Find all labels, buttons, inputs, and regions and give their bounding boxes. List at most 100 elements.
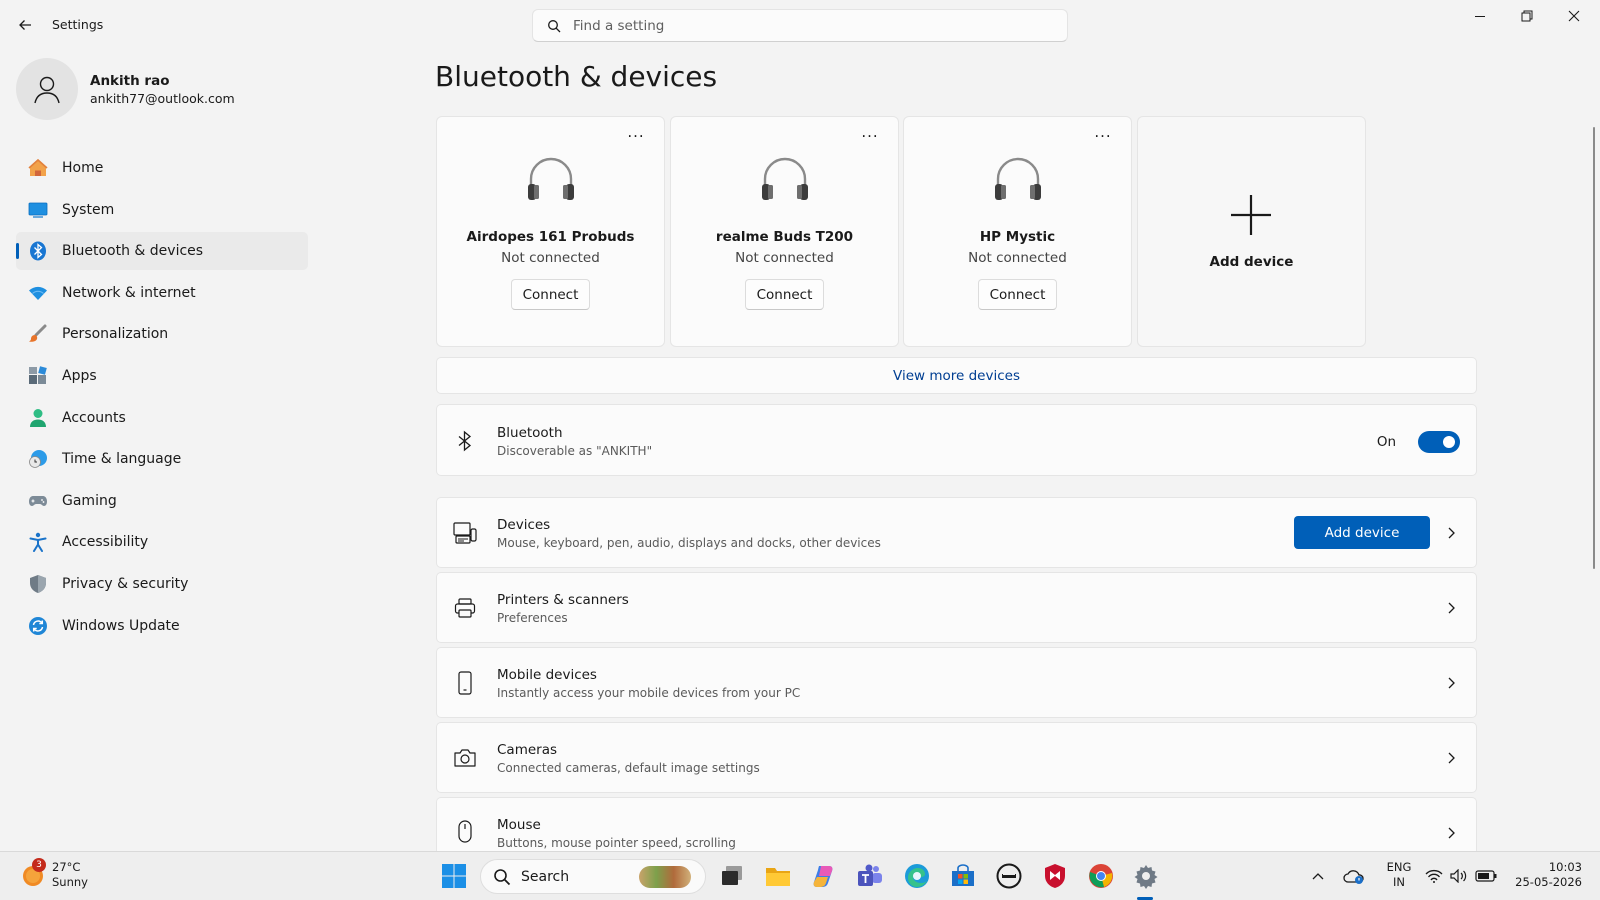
view-more-devices-link[interactable]: View more devices bbox=[436, 357, 1477, 394]
chevron-right-icon bbox=[1444, 676, 1458, 690]
language-indicator[interactable]: ENG IN bbox=[1384, 860, 1414, 890]
sidebar-item-label: Accessibility bbox=[62, 534, 149, 551]
task-view-button[interactable] bbox=[717, 861, 747, 891]
sidebar-item-time-language[interactable]: Time & language bbox=[16, 440, 308, 478]
teams-button[interactable] bbox=[855, 861, 885, 891]
sidebar-item-accessibility[interactable]: Accessibility bbox=[16, 523, 308, 561]
printers-scanners-row[interactable]: Printers & scanners Preferences bbox=[436, 572, 1477, 643]
connect-button[interactable]: Connect bbox=[511, 279, 590, 310]
edge-button[interactable] bbox=[902, 861, 932, 891]
cameras-row[interactable]: Cameras Connected cameras, default image… bbox=[436, 722, 1477, 793]
start-button[interactable] bbox=[439, 861, 469, 891]
update-icon bbox=[28, 616, 48, 636]
device-card[interactable]: ... HP Mystic Not connected Connect bbox=[903, 116, 1132, 347]
sidebar-item-privacy-security[interactable]: Privacy & security bbox=[16, 565, 308, 603]
apps-icon bbox=[28, 366, 48, 386]
gamepad-icon bbox=[28, 491, 48, 511]
clock[interactable]: 10:03 25-05-2026 bbox=[1512, 860, 1582, 890]
toggle-knob bbox=[1443, 436, 1455, 448]
battery-tray-button[interactable] bbox=[1474, 861, 1498, 891]
headphones-icon bbox=[995, 157, 1041, 200]
add-device-button[interactable]: Add device bbox=[1294, 516, 1430, 549]
sidebar-item-bluetooth-devices[interactable]: Bluetooth & devices bbox=[16, 232, 308, 271]
minimize-button[interactable] bbox=[1457, 0, 1503, 32]
user-profile[interactable]: Ankith rao ankith77@outlook.com bbox=[16, 58, 235, 120]
accounts-icon bbox=[28, 408, 48, 428]
plus-icon bbox=[1231, 195, 1271, 235]
close-button[interactable] bbox=[1551, 0, 1597, 32]
clock-date: 25-05-2026 bbox=[1515, 875, 1582, 889]
back-button[interactable] bbox=[12, 12, 38, 38]
cloud-icon bbox=[1343, 870, 1364, 884]
settings-search[interactable] bbox=[532, 9, 1068, 42]
connect-button[interactable]: Connect bbox=[978, 279, 1057, 310]
onedrive-button[interactable] bbox=[1342, 861, 1366, 891]
wifi-icon bbox=[1425, 869, 1443, 883]
bluetooth-toggle[interactable] bbox=[1418, 431, 1460, 453]
taskbar-search-label: Search bbox=[521, 868, 570, 885]
sidebar-item-system[interactable]: System bbox=[16, 191, 308, 229]
sidebar-item-network[interactable]: Network & internet bbox=[16, 274, 308, 312]
taskbar-search[interactable]: Search bbox=[480, 859, 706, 894]
sidebar-item-gaming[interactable]: Gaming bbox=[16, 482, 308, 520]
chrome-button[interactable] bbox=[1086, 861, 1116, 891]
settings-taskbar-button[interactable] bbox=[1131, 861, 1161, 891]
add-device-label: Add device bbox=[1209, 254, 1294, 270]
accessibility-icon bbox=[28, 532, 48, 553]
home-icon bbox=[28, 158, 48, 178]
store-button[interactable] bbox=[948, 861, 978, 891]
shield-icon bbox=[28, 574, 48, 594]
volume-tray-button[interactable] bbox=[1448, 861, 1470, 891]
devices-row[interactable]: Devices Mouse, keyboard, pen, audio, dis… bbox=[436, 497, 1477, 568]
avatar bbox=[16, 58, 78, 120]
search-icon bbox=[494, 868, 511, 885]
brush-icon bbox=[28, 324, 48, 344]
file-explorer-button[interactable] bbox=[763, 861, 793, 891]
mcafee-button[interactable] bbox=[1040, 861, 1070, 891]
chevron-right-icon bbox=[1444, 601, 1458, 615]
mouse-row[interactable]: Mouse Buttons, mouse pointer speed, scro… bbox=[436, 797, 1477, 851]
clock-time: 10:03 bbox=[1548, 860, 1582, 874]
sidebar-nav: Home System Bluetooth & devices Network … bbox=[16, 149, 308, 648]
sun-icon: 3 bbox=[22, 858, 46, 887]
sidebar-item-personalization[interactable]: Personalization bbox=[16, 315, 308, 353]
more-options-button[interactable]: ... bbox=[1089, 123, 1117, 143]
mobile-devices-row[interactable]: Mobile devices Instantly access your mob… bbox=[436, 647, 1477, 718]
show-hidden-icons-button[interactable] bbox=[1308, 861, 1328, 891]
add-device-card[interactable]: Add device bbox=[1137, 116, 1366, 347]
app-title: Settings bbox=[52, 17, 104, 32]
sidebar-item-apps[interactable]: Apps bbox=[16, 357, 308, 395]
devices-icon bbox=[453, 521, 477, 545]
headphones-icon bbox=[528, 157, 574, 200]
sidebar-item-label: Network & internet bbox=[62, 284, 196, 301]
windows-logo-icon bbox=[442, 864, 466, 888]
sidebar-item-accounts[interactable]: Accounts bbox=[16, 399, 308, 437]
store-icon bbox=[952, 864, 974, 886]
row-subtitle: Discoverable as "ANKITH" bbox=[497, 444, 653, 458]
copilot-button[interactable] bbox=[809, 861, 839, 891]
row-subtitle: Mouse, keyboard, pen, audio, displays an… bbox=[497, 536, 881, 550]
restore-button[interactable] bbox=[1504, 0, 1550, 32]
chevron-right-icon bbox=[1444, 826, 1458, 840]
connect-button[interactable]: Connect bbox=[745, 279, 824, 310]
weather-widget[interactable]: 3 27°C Sunny bbox=[22, 858, 88, 890]
sidebar-item-windows-update[interactable]: Windows Update bbox=[16, 607, 308, 645]
row-title: Printers & scanners bbox=[497, 592, 629, 608]
sidebar-item-label: Personalization bbox=[62, 326, 169, 343]
search-input[interactable] bbox=[573, 17, 1043, 34]
dell-app-button[interactable] bbox=[994, 861, 1024, 891]
device-name: realme Buds T200 bbox=[715, 229, 854, 245]
teams-icon bbox=[858, 864, 882, 886]
search-icon bbox=[548, 19, 561, 32]
device-card[interactable]: ... realme Buds T200 Not connected Conne… bbox=[670, 116, 899, 347]
chevron-right-icon bbox=[1444, 526, 1458, 540]
network-tray-button[interactable] bbox=[1423, 861, 1445, 891]
sidebar-item-label: Accounts bbox=[62, 409, 126, 426]
sidebar-item-label: Apps bbox=[62, 367, 97, 384]
vertical-scrollbar[interactable] bbox=[1593, 127, 1595, 569]
more-options-button[interactable]: ... bbox=[622, 123, 650, 143]
sidebar-item-home[interactable]: Home bbox=[16, 149, 308, 187]
device-card[interactable]: ... Airdopes 161 Probuds Not connected C… bbox=[436, 116, 665, 347]
more-options-button[interactable]: ... bbox=[856, 123, 884, 143]
row-title: Mouse bbox=[497, 817, 541, 833]
